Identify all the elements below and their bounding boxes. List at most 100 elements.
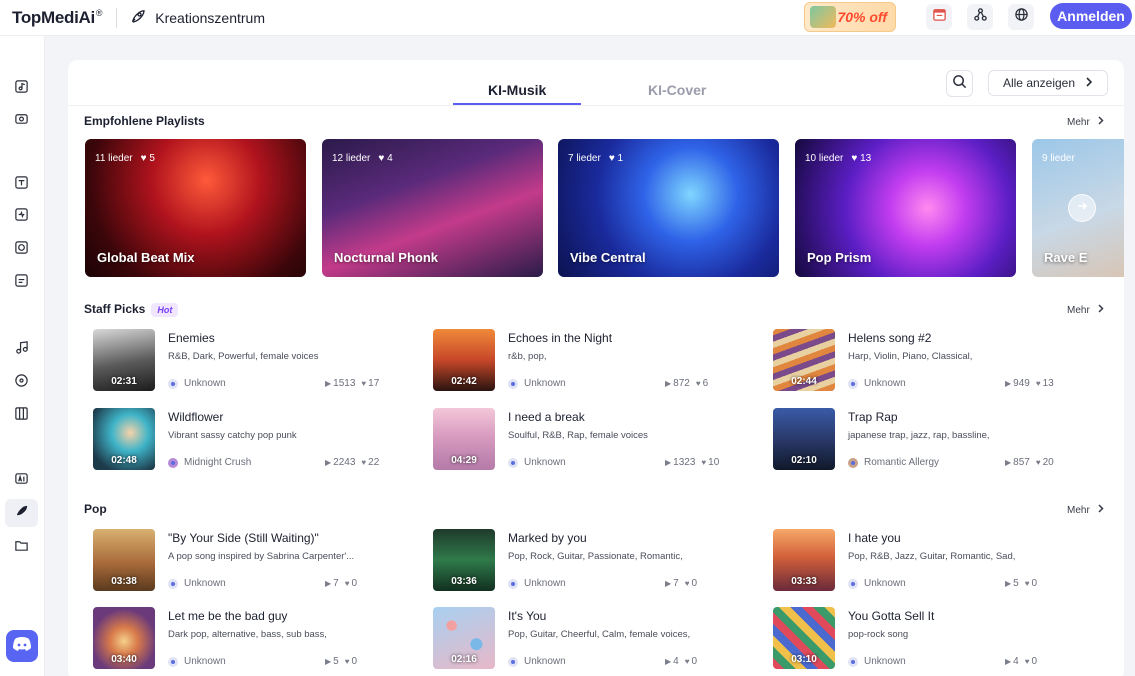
song-title: I need a break xyxy=(508,410,585,424)
song-stats: ▶ 5 ♥ 0 xyxy=(1005,578,1038,589)
song-item[interactable]: 02:42 Echoes in the Night r&b, pop, Unkn… xyxy=(425,329,725,391)
song-tags: r&b, pop, xyxy=(508,351,547,362)
song-item[interactable]: 02:44 Helens song #2 Harp, Violin, Piano… xyxy=(765,329,1065,391)
pop-more-link[interactable]: Mehr xyxy=(1067,504,1104,516)
song-title: You Gotta Sell It xyxy=(848,609,935,623)
avatar xyxy=(848,578,858,589)
main-panel: KI-Musik KI-Cover Alle anzeigen Empfohle… xyxy=(68,60,1124,676)
calendar-button[interactable] xyxy=(926,4,952,30)
text-speech-icon xyxy=(14,175,29,195)
avatar xyxy=(508,457,518,468)
song-item[interactable]: 03:36 Marked by you Pop, Rock, Guitar, P… xyxy=(425,529,725,591)
discord-button[interactable] xyxy=(6,630,38,662)
chevron-right-icon xyxy=(1098,504,1104,516)
song-tags: Vibrant sassy catchy pop punk xyxy=(168,430,297,441)
logo[interactable]: TopMediAi® xyxy=(12,8,103,28)
more-label: Mehr xyxy=(1067,504,1090,516)
share-button[interactable] xyxy=(967,4,993,30)
song-title: Wildflower xyxy=(168,410,224,424)
song-tags: Soulful, R&B, Rap, female voices xyxy=(508,430,648,441)
song-item[interactable]: 02:16 It's You Pop, Guitar, Cheerful, Ca… xyxy=(425,607,725,669)
song-item[interactable]: 03:33 I hate you Pop, R&B, Jazz, Guitar,… xyxy=(765,529,1065,591)
play-icon: ▶ xyxy=(325,579,332,588)
speech-text-icon xyxy=(14,273,29,293)
sidebar-item-speech-text[interactable] xyxy=(12,274,30,292)
sidebar-item-songs[interactable] xyxy=(12,341,30,359)
song-title: "By Your Side (Still Waiting)" xyxy=(168,531,319,545)
staff-picks-title: Staff Picks Hot xyxy=(84,302,179,317)
playlist-card[interactable]: 10 lieder ♥ 13 Pop Prism xyxy=(795,139,1016,277)
show-all-label: Alle anzeigen xyxy=(1002,76,1076,90)
playlist-name: Pop Prism xyxy=(807,250,872,265)
play-icon: ▶ xyxy=(1005,379,1012,388)
song-stats: ▶ 4 ♥ 0 xyxy=(1005,656,1038,667)
login-button[interactable]: Anmelden xyxy=(1050,3,1132,29)
song-item[interactable]: 04:29 I need a break Soulful, R&B, Rap, … xyxy=(425,408,725,470)
song-title: I hate you xyxy=(848,531,901,545)
staff-more-link[interactable]: Mehr xyxy=(1067,304,1104,316)
piano-icon xyxy=(14,406,29,426)
playlist-card[interactable]: 11 lieder ♥ 5 Global Beat Mix xyxy=(85,139,306,277)
avatar xyxy=(848,457,858,468)
promo-banner[interactable]: 70% off xyxy=(804,2,896,32)
avatar xyxy=(168,457,178,468)
tab-ki-cover[interactable]: KI-Cover xyxy=(648,82,706,98)
sidebar-item-video[interactable] xyxy=(12,112,30,130)
song-item[interactable]: 03:40 Let me be the bad guy Dark pop, al… xyxy=(85,607,385,669)
sidebar-item-folder[interactable] xyxy=(12,539,30,557)
avatar xyxy=(508,378,518,389)
song-item[interactable]: 03:10 You Gotta Sell It pop-rock song Un… xyxy=(765,607,1065,669)
avatar xyxy=(508,656,518,667)
song-item[interactable]: 03:38 "By Your Side (Still Waiting)" A p… xyxy=(85,529,385,591)
playlist-meta: 10 lieder ♥ 13 xyxy=(805,153,872,164)
tab-bar: KI-Musik KI-Cover Alle anzeigen xyxy=(68,60,1124,106)
playlist-name: Nocturnal Phonk xyxy=(334,250,439,265)
chevron-right-icon xyxy=(1098,116,1104,128)
show-all-button[interactable]: Alle anzeigen xyxy=(988,70,1108,96)
song-cover: 04:29 xyxy=(433,408,495,470)
play-icon: ▶ xyxy=(1005,657,1012,666)
song-stats: ▶ 7 ♥ 0 xyxy=(325,578,358,589)
song-item[interactable]: 02:48 Wildflower Vibrant sassy catchy po… xyxy=(85,408,385,470)
avatar xyxy=(168,656,178,667)
more-label: Mehr xyxy=(1067,116,1090,128)
search-icon xyxy=(952,74,967,94)
song-tags: Pop, R&B, Jazz, Guitar, Romantic, Sad, xyxy=(848,551,1016,562)
play-icon: ▶ xyxy=(325,657,332,666)
sidebar-item-cover[interactable] xyxy=(12,374,30,392)
music-note-icon xyxy=(14,79,29,99)
playlist-card[interactable]: 12 lieder ♥ 4 Nocturnal Phonk xyxy=(322,139,543,277)
search-button[interactable] xyxy=(946,70,973,97)
playlist-meta: 12 lieder ♥ 4 xyxy=(332,153,393,164)
song-stats: ▶ 7 ♥ 0 xyxy=(665,578,698,589)
ai-icon xyxy=(14,471,29,491)
play-icon: ▶ xyxy=(1005,458,1012,467)
sidebar-item-ai-tools[interactable] xyxy=(12,472,30,490)
heart-icon: ♥ xyxy=(695,379,701,388)
language-button[interactable] xyxy=(1008,4,1034,30)
playlists-more-link[interactable]: Mehr xyxy=(1067,116,1104,128)
carousel-next-button[interactable] xyxy=(1068,194,1096,222)
song-author: Unknown xyxy=(848,578,906,589)
song-tags: Dark pop, alternative, bass, sub bass, xyxy=(168,629,327,640)
song-stats: ▶ 5 ♥ 0 xyxy=(325,656,358,667)
play-icon: ▶ xyxy=(1005,579,1012,588)
sidebar-item-instrument[interactable] xyxy=(12,407,30,425)
heart-icon: ♥ xyxy=(1024,579,1030,588)
song-stats: ▶ 1513 ♥ 17 xyxy=(325,378,380,389)
sidebar-item-creation-center[interactable] xyxy=(5,499,38,527)
sidebar-item-text-speech[interactable] xyxy=(12,176,30,194)
song-item[interactable]: 02:10 Trap Rap japanese trap, jazz, rap,… xyxy=(765,408,1065,470)
play-icon: ▶ xyxy=(665,379,672,388)
sidebar-item-voice-change[interactable] xyxy=(12,241,30,259)
song-item[interactable]: 02:31 Enemies R&B, Dark, Powerful, femal… xyxy=(85,329,385,391)
sidebar-item-music-gen[interactable] xyxy=(12,80,30,98)
song-tags: japanese trap, jazz, rap, bassline, xyxy=(848,430,990,441)
song-author: Midnight Crush xyxy=(168,457,251,468)
pop-section-title: Pop xyxy=(84,502,107,516)
sidebar-item-voice-clone[interactable] xyxy=(12,208,30,226)
tab-ki-musik[interactable]: KI-Musik xyxy=(488,82,546,98)
playlist-name: Vibe Central xyxy=(570,250,646,265)
avatar xyxy=(848,378,858,389)
playlist-card[interactable]: 7 lieder ♥ 1 Vibe Central xyxy=(558,139,779,277)
